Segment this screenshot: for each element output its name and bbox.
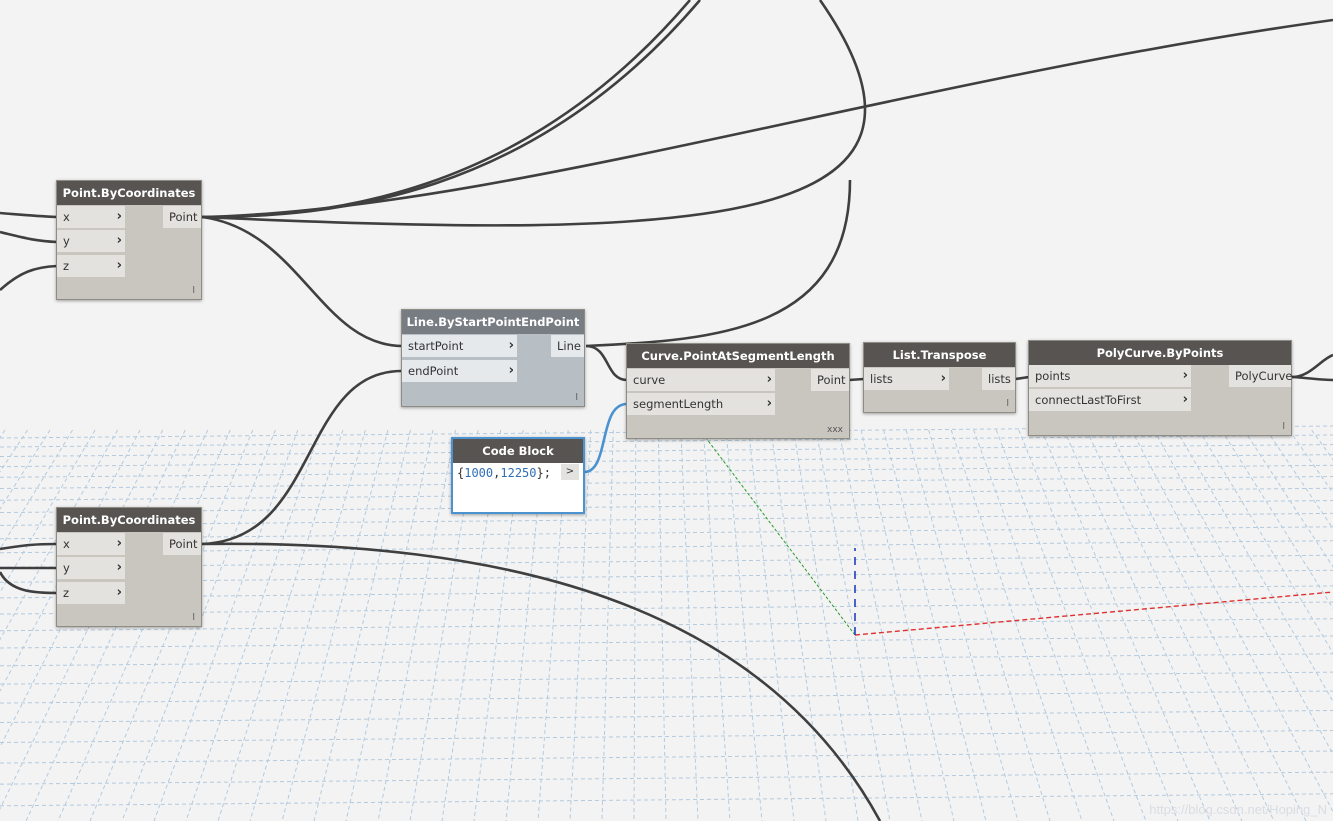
output-port-lists[interactable]: lists [982,368,1015,390]
node-title[interactable]: Code Block [453,439,583,463]
output-port-point[interactable]: Point [163,533,201,555]
node-title[interactable]: Point.ByCoordinates [57,181,201,205]
port-label: x [63,537,70,551]
input-port-points[interactable]: points › [1029,365,1191,387]
node-title[interactable]: PolyCurve.ByPoints [1029,341,1291,365]
input-port-lists[interactable]: lists › [864,368,949,390]
chevron-right-icon: › [116,585,122,600]
output-port-point[interactable]: Point [811,369,849,391]
chevron-right-icon: › [940,371,946,386]
lacing-indicator[interactable]: xxx [827,425,843,435]
code-editor[interactable]: {1000,12250}; [457,465,551,481]
output-port-point[interactable]: Point [163,206,201,228]
chevron-right-icon: › [766,396,772,411]
input-port-x[interactable]: x › [57,533,125,555]
port-label: z [63,586,70,600]
output-port-line[interactable]: Line [551,335,584,357]
port-label: x [63,210,70,224]
chevron-right-icon: › [508,363,514,378]
input-port-x[interactable]: x › [57,206,125,228]
port-label: points [1035,369,1071,383]
lacing-indicator[interactable]: l [1282,422,1285,432]
input-port-curve[interactable]: curve › [627,369,775,391]
port-label: curve [633,373,666,387]
input-port-connectlasttofirst[interactable]: connectLastToFirst › [1029,389,1191,411]
node-title[interactable]: List.Transpose [864,343,1015,367]
input-port-y[interactable]: y › [57,230,125,252]
watermark-text: https://blog.csdn.net/Hoping_N [1149,802,1327,817]
chevron-right-icon: › [508,338,514,353]
code-number-2: 12250 [500,466,537,480]
output-port-polycurve[interactable]: PolyCurve [1229,365,1293,387]
lacing-indicator[interactable]: l [575,393,578,403]
node-point-by-coordinates-2[interactable]: Point.ByCoordinates x › y › z › Point l [56,507,202,627]
lacing-indicator[interactable]: l [192,613,195,623]
chevron-right-icon: › [116,536,122,551]
chevron-right-icon: › [766,372,772,387]
chevron-right-icon: › [116,209,122,224]
input-port-z[interactable]: z › [57,582,125,604]
node-point-by-coordinates-1[interactable]: Point.ByCoordinates x › y › z › Point l [56,180,202,300]
chevron-right-icon: › [116,233,122,248]
node-title[interactable]: Point.ByCoordinates [57,508,201,532]
node-list-transpose[interactable]: List.Transpose lists › lists l [863,342,1016,413]
node-line-by-start-point-end-point[interactable]: Line.ByStartPointEndPoint startPoint › en… [401,309,585,407]
chevron-right-icon: › [116,258,122,273]
port-label: y [63,234,70,248]
node-title[interactable]: Line.ByStartPointEndPoint [402,310,584,334]
port-label: segmentLength [633,397,724,411]
port-label: connectLastToFirst [1035,393,1142,407]
node-polycurve-by-points[interactable]: PolyCurve.ByPoints points › connectLastTo… [1028,340,1293,436]
port-label: endPoint [408,364,459,378]
port-label: lists [870,372,893,386]
input-port-endpoint[interactable]: endPoint › [402,360,517,382]
input-port-y[interactable]: y › [57,557,125,579]
code-number-1: 1000 [464,466,494,480]
port-label: z [63,259,70,273]
lacing-indicator[interactable]: l [1006,399,1009,409]
input-port-segmentlength[interactable]: segmentLength › [627,393,775,415]
chevron-right-icon: › [1182,392,1188,407]
port-label: y [63,561,70,575]
node-curve-point-at-segment-length[interactable]: Curve.PointAtSegmentLength curve › segmen… [626,343,850,439]
code-brace-close: }; [536,466,551,480]
node-title[interactable]: Curve.PointAtSegmentLength [627,344,849,368]
input-port-z[interactable]: z › [57,255,125,277]
node-code-block[interactable]: Code Block {1000,12250}; > [451,437,585,514]
output-port-code[interactable]: > [561,464,579,480]
input-port-startpoint[interactable]: startPoint › [402,335,517,357]
chevron-right-icon: › [116,560,122,575]
port-label: startPoint [408,339,464,353]
lacing-indicator[interactable]: l [192,286,195,296]
chevron-right-icon: › [1182,368,1188,383]
